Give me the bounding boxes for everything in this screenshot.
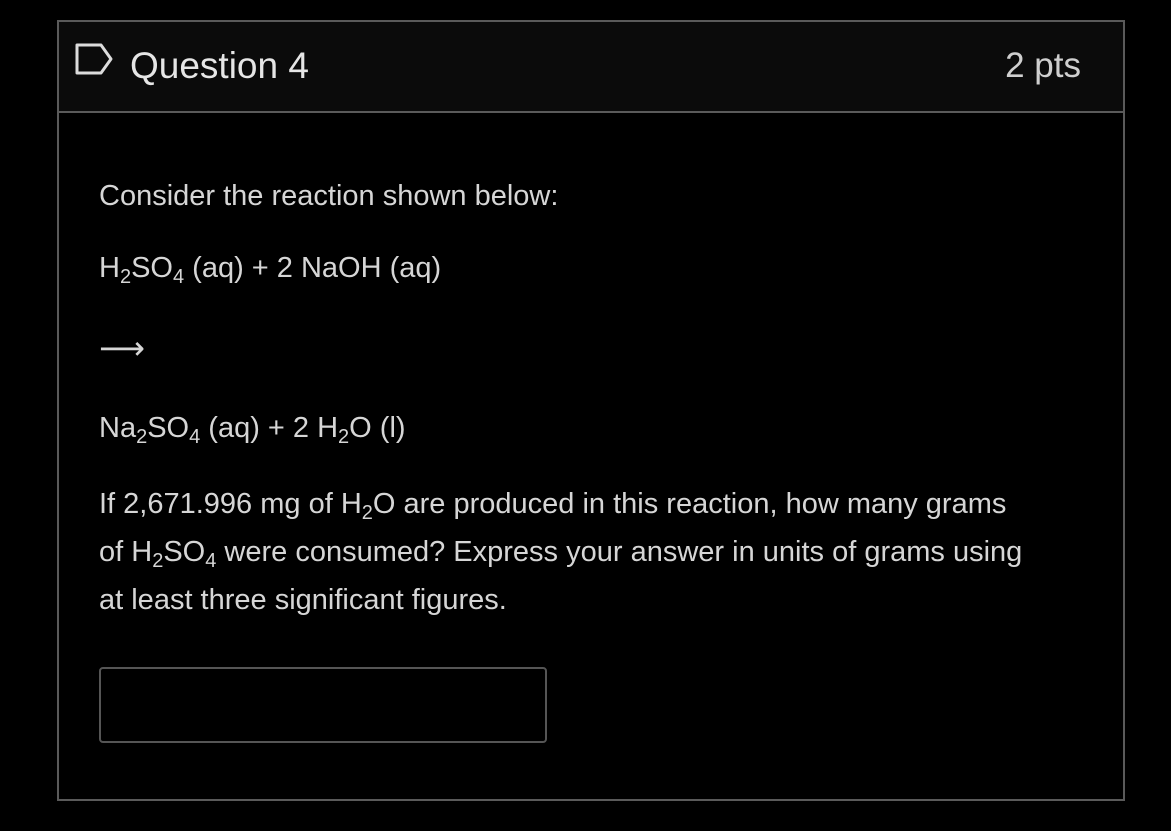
reaction-reactants: H2SO4 (aq) + 2 NaOH (aq) — [99, 248, 441, 288]
reactant-text: (aq) + 2 NaOH (aq) — [184, 252, 442, 284]
paragraph-text: SO — [163, 536, 206, 568]
question-paragraph: If 2,671.996 mg of H2O are produced in t… — [99, 480, 1089, 624]
product-text: SO — [147, 412, 190, 444]
arrow-glyph: ⟶ — [99, 330, 145, 366]
product-text: (aq) + 2 H — [200, 412, 339, 444]
prompt-text: Consider the reaction shown below: — [99, 180, 559, 212]
subscript: 2 — [136, 426, 148, 448]
subscript: 4 — [189, 426, 201, 448]
subscript: 2 — [119, 266, 132, 288]
question-header: Question 4 2 pts — [59, 22, 1123, 113]
reaction-products: Na2SO4 (aq) + 2 H2O (l) — [99, 408, 406, 448]
paragraph-text: If 2,671.996 mg of H — [99, 488, 362, 520]
subscript: 4 — [172, 266, 185, 288]
reactant-text: H — [99, 252, 120, 284]
question-title: Question 4 — [130, 45, 309, 86]
paragraph-text: at least three significant figures. — [99, 584, 507, 616]
paragraph-text: O are produced in this reaction, how man… — [372, 488, 1007, 520]
paragraph-line: of H2SO4 were consumed? Express your ans… — [99, 528, 1089, 576]
subscript: 2 — [361, 502, 373, 524]
product-text: O (l) — [349, 412, 406, 444]
paragraph-line: If 2,671.996 mg of H2O are produced in t… — [99, 480, 1089, 528]
subscript: 4 — [205, 550, 217, 572]
paragraph-text: were consumed? Express your answer in un… — [216, 536, 1023, 568]
subscript: 2 — [152, 550, 164, 572]
question-card: Question 4 2 pts Consider the reaction s… — [57, 20, 1125, 801]
paragraph-text: of H — [99, 536, 153, 568]
product-text: Na — [99, 412, 137, 444]
question-points: 2 pts — [1005, 46, 1081, 85]
reactant-text: SO — [131, 252, 173, 284]
paragraph-line: at least three significant figures. — [99, 576, 1089, 624]
subscript: 2 — [338, 426, 350, 448]
answer-input[interactable] — [99, 667, 547, 743]
bookmark-flag-icon[interactable] — [74, 42, 114, 76]
reaction-arrow: ⟶ — [99, 328, 145, 368]
question-prompt: Consider the reaction shown below: — [99, 176, 558, 216]
